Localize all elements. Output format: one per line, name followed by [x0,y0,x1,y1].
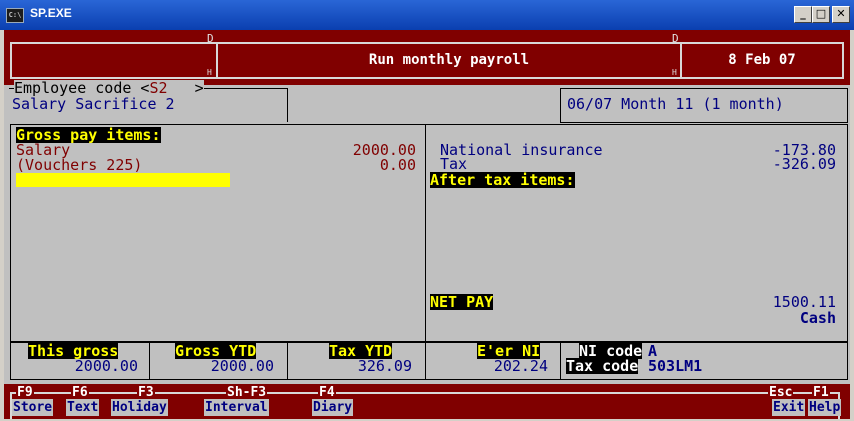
minimize-button[interactable]: _ [794,6,812,23]
employee-code-label: Employee code <S2 > [14,79,204,97]
totals-divider [287,342,288,380]
application-window: C:\ SP.EXE _ □ ✕ D H D H Run monthly pay… [0,0,854,421]
fkey-f9: F9 [16,385,34,400]
text-button[interactable]: Text [66,399,100,416]
deduction-label: Tax [440,155,468,173]
marker-d: D [207,32,214,45]
holiday-button[interactable]: Holiday [111,399,168,416]
screen-title: Run monthly payroll [368,52,530,68]
after-tax-heading: After tax items: [430,171,575,189]
marker-d: D [672,32,679,45]
item-entry-cursor[interactable] [16,173,230,187]
totals-divider [425,342,426,380]
fkey-frame [10,392,840,394]
window-title: SP.EXE [30,6,72,20]
marker-h: H [207,68,212,77]
maximize-button[interactable]: □ [812,6,830,23]
marker-h: H [672,68,677,77]
header-bar: D H D H Run monthly payroll 8 Feb 07 [4,30,850,85]
help-button[interactable]: Help [808,399,842,416]
net-pay-value: 1500.11 [772,293,836,311]
gross-item-value: 0.00 [379,156,416,174]
fkey-f6: F6 [71,385,89,400]
fkey-f3: F3 [137,385,155,400]
fkey-esc: Esc [768,385,794,400]
payment-method: Cash [799,309,836,327]
close-button[interactable]: ✕ [832,6,850,23]
function-key-bar: F9 Store F6 Text F3 Holiday Sh-F3 Interv… [4,384,850,419]
fkey-f1: F1 [812,385,830,400]
deduction-value: -326.09 [772,155,836,173]
diary-button[interactable]: Diary [312,399,354,416]
title-bar[interactable]: C:\ SP.EXE _ □ ✕ [0,0,854,30]
fkey-f4: F4 [318,385,336,400]
exit-button[interactable]: Exit [772,399,806,416]
employee-name[interactable]: Salary Sacrifice 2 [12,96,175,112]
tax-code-value: 503LM1 [648,357,703,375]
date-display: 8 Feb 07 [728,52,796,68]
console-app-icon[interactable]: C:\ [6,8,24,23]
console-area: D H D H Run monthly payroll 8 Feb 07 Emp… [4,30,850,419]
fkey-sh-f3: Sh-F3 [226,385,268,400]
pay-period: 06/07 Month 11 (1 month) [567,95,784,113]
gross-ytd-value: 2000.00 [210,357,274,375]
net-pay-label: NET PAY [430,293,494,311]
tax-ytd-value: 326.09 [357,357,412,375]
store-button[interactable]: Store [12,399,54,416]
tax-code-label: Tax code [566,357,639,375]
gross-item-label: (Vouchers 225) [16,156,143,174]
totals-divider [560,342,561,380]
er-ni-value: 202.24 [493,357,548,375]
this-gross-value: 2000.00 [74,357,138,375]
interval-button[interactable]: Interval [204,399,269,416]
totals-divider [149,342,150,380]
